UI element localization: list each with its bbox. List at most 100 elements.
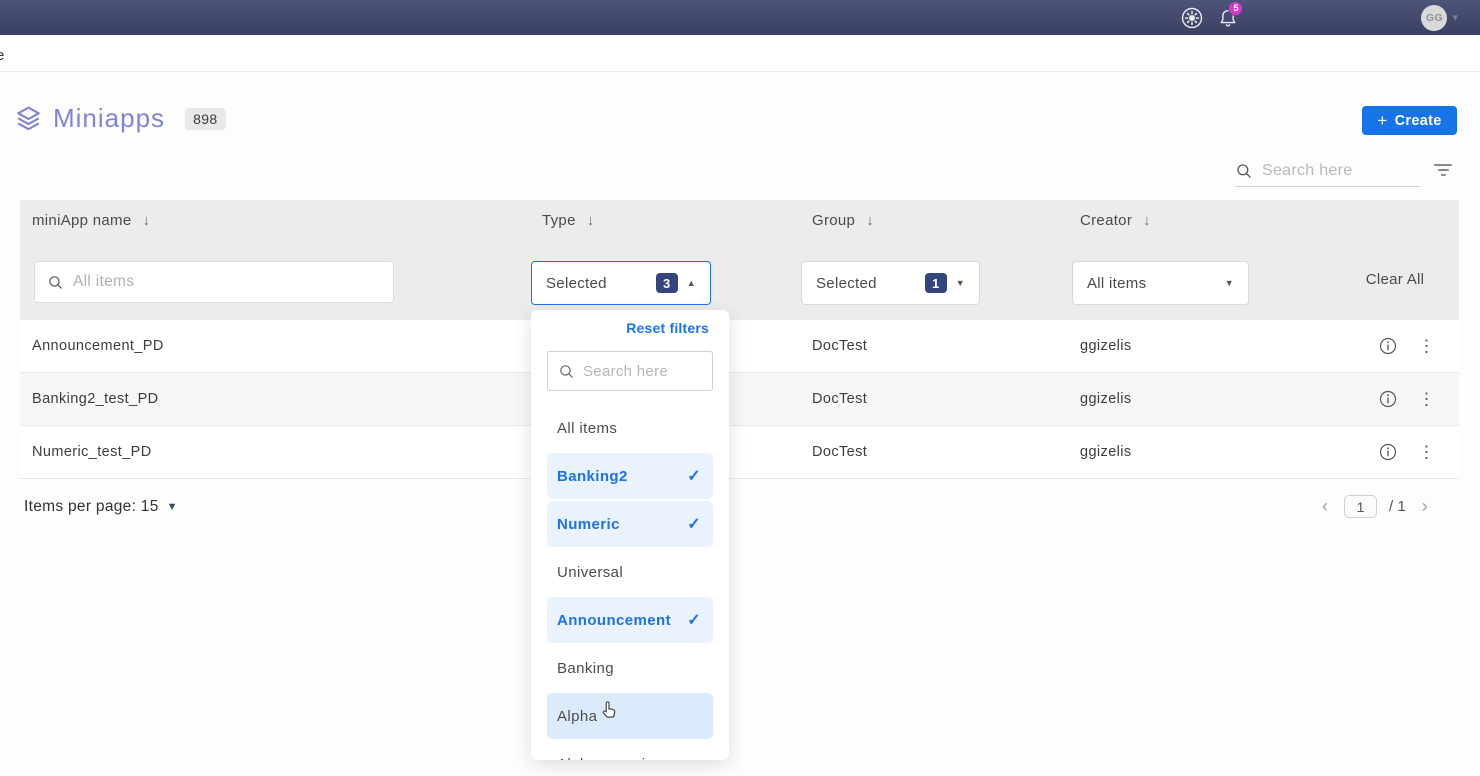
dropdown-search	[547, 351, 713, 391]
creator-cell: ggizelis	[1080, 338, 1132, 354]
layers-icon	[14, 104, 43, 133]
option-label: Announcement	[557, 612, 687, 629]
option-label: Universal	[557, 564, 701, 581]
search-icon	[1235, 162, 1253, 180]
filter-toggle-icon[interactable]	[1433, 161, 1453, 179]
miniapp-name-cell: Banking2_test_PD	[32, 391, 159, 407]
avatar[interactable]: GG	[1421, 5, 1447, 31]
create-button-label: Create	[1395, 113, 1442, 129]
column-header-group[interactable]: Group ↓	[812, 212, 874, 229]
dropdown-option-alphanumeric[interactable]: Alphanumeric ✓	[547, 741, 713, 760]
create-button[interactable]: + Create	[1362, 106, 1457, 135]
column-label: Group	[812, 212, 855, 229]
total-pages-label: / 1	[1389, 498, 1406, 515]
column-header-miniapp-name[interactable]: miniApp name ↓	[32, 212, 150, 229]
creator-cell: ggizelis	[1080, 391, 1132, 407]
dropdown-options-list: All items ✓ Banking2 ✓ Numeric ✓ Univers…	[547, 405, 713, 760]
type-filter-dropdown-panel: Reset filters All items ✓ Banking2 ✓ Num…	[531, 310, 729, 760]
sort-down-icon: ↓	[1143, 212, 1151, 229]
sort-down-icon: ↓	[142, 212, 150, 229]
column-header-creator[interactable]: Creator ↓	[1080, 212, 1151, 229]
notifications-button[interactable]: 5	[1211, 1, 1245, 35]
page-title-row: Miniapps 898	[14, 103, 226, 134]
dropdown-search-input[interactable]	[583, 363, 698, 380]
clipped-breadcrumb-text: e	[0, 47, 4, 64]
dropdown-option-universal[interactable]: Universal ✓	[547, 549, 713, 595]
dropdown-option-numeric[interactable]: Numeric ✓	[547, 501, 713, 547]
column-label: miniApp name	[32, 212, 131, 229]
items-per-page-label: Items per page: 15	[24, 498, 159, 516]
row-menu-kebab-icon[interactable]: ⋮	[1418, 444, 1432, 461]
group-cell: DocTest	[812, 444, 867, 460]
global-search-input[interactable]	[1262, 162, 1412, 180]
sub-header-strip: e	[0, 35, 1480, 72]
table-row[interactable]: Banking2_test_PD DocTest ggizelis ⋮	[20, 373, 1459, 426]
option-label: All items	[557, 420, 701, 437]
chevron-up-icon: ▲	[687, 278, 696, 288]
table-row[interactable]: Announcement_PD DocTest ggizelis ⋮	[20, 320, 1459, 373]
chevron-down-icon: ▼	[167, 501, 178, 513]
plus-icon: +	[1377, 112, 1387, 129]
page-title: Miniapps	[53, 103, 165, 134]
column-header-type[interactable]: Type ↓	[542, 212, 595, 229]
top-navigation-bar: 5 GG ▾	[0, 0, 1480, 35]
group-selected-count-badge: 1	[925, 273, 947, 293]
type-filter-select[interactable]: Selected 3 ▲	[531, 261, 711, 305]
dropdown-option-banking[interactable]: Banking ✓	[547, 645, 713, 691]
total-count-badge: 898	[185, 108, 226, 130]
current-page-box[interactable]: 1	[1344, 495, 1377, 518]
theme-settings-button[interactable]	[1175, 1, 1209, 35]
type-selected-count-badge: 3	[656, 273, 678, 293]
group-filter-label: Selected	[816, 275, 877, 292]
check-icon: ✓	[687, 514, 701, 534]
notification-count-badge: 5	[1228, 1, 1243, 16]
option-label: Numeric	[557, 516, 687, 533]
global-search	[1235, 155, 1420, 187]
check-icon: ✓	[687, 610, 701, 630]
chevron-down-icon: ▼	[956, 278, 965, 288]
creator-filter-select[interactable]: All items ▼	[1072, 261, 1249, 305]
pagination: ‹ 1 / 1 ›	[1318, 495, 1432, 518]
dropdown-option-banking2[interactable]: Banking2 ✓	[547, 453, 713, 499]
row-menu-kebab-icon[interactable]: ⋮	[1418, 338, 1432, 355]
items-per-page-control[interactable]: Items per page: 15 ▼	[24, 498, 178, 516]
previous-page-button[interactable]: ‹	[1318, 496, 1332, 517]
column-label: Creator	[1080, 212, 1132, 229]
info-icon[interactable]	[1378, 389, 1398, 409]
name-filter-input[interactable]	[73, 273, 373, 291]
search-icon	[47, 274, 64, 291]
miniapp-name-cell: Announcement_PD	[32, 338, 164, 354]
group-filter-select[interactable]: Selected 1 ▼	[801, 261, 980, 305]
reset-filters-link[interactable]: Reset filters	[626, 320, 709, 336]
next-page-button[interactable]: ›	[1418, 496, 1432, 517]
dropdown-option-all-items[interactable]: All items ✓	[547, 405, 713, 451]
brightness-icon	[1180, 6, 1204, 30]
sort-down-icon: ↓	[866, 212, 874, 229]
dropdown-option-alpha[interactable]: Alpha ✓	[547, 693, 713, 739]
chevron-down-icon: ▼	[1225, 278, 1234, 288]
option-label: Alpha	[557, 708, 701, 725]
column-label: Type	[542, 212, 576, 229]
group-cell: DocTest	[812, 338, 867, 354]
option-label: Banking2	[557, 468, 687, 485]
sort-down-icon: ↓	[587, 212, 595, 229]
info-icon[interactable]	[1378, 336, 1398, 356]
table-row[interactable]: Numeric_test_PD DocTest ggizelis ⋮	[20, 426, 1459, 479]
avatar-chevron-down-icon[interactable]: ▾	[1452, 11, 1458, 24]
option-label: Alphanumeric	[557, 756, 701, 761]
table-header-band: miniApp name ↓ Type ↓ Group ↓ Creator ↓ …	[20, 200, 1459, 320]
miniapps-table: miniApp name ↓ Type ↓ Group ↓ Creator ↓ …	[20, 200, 1459, 479]
creator-filter-label: All items	[1087, 275, 1146, 292]
search-icon	[558, 363, 575, 380]
row-menu-kebab-icon[interactable]: ⋮	[1418, 391, 1432, 408]
dropdown-option-announcement[interactable]: Announcement ✓	[547, 597, 713, 643]
type-filter-label: Selected	[546, 275, 607, 292]
option-label: Banking	[557, 660, 701, 677]
name-filter-search	[34, 261, 394, 303]
creator-cell: ggizelis	[1080, 444, 1132, 460]
info-icon[interactable]	[1378, 442, 1398, 462]
miniapp-name-cell: Numeric_test_PD	[32, 444, 152, 460]
clear-all-button[interactable]: Clear All	[1325, 271, 1465, 288]
group-cell: DocTest	[812, 391, 867, 407]
check-icon: ✓	[687, 466, 701, 486]
